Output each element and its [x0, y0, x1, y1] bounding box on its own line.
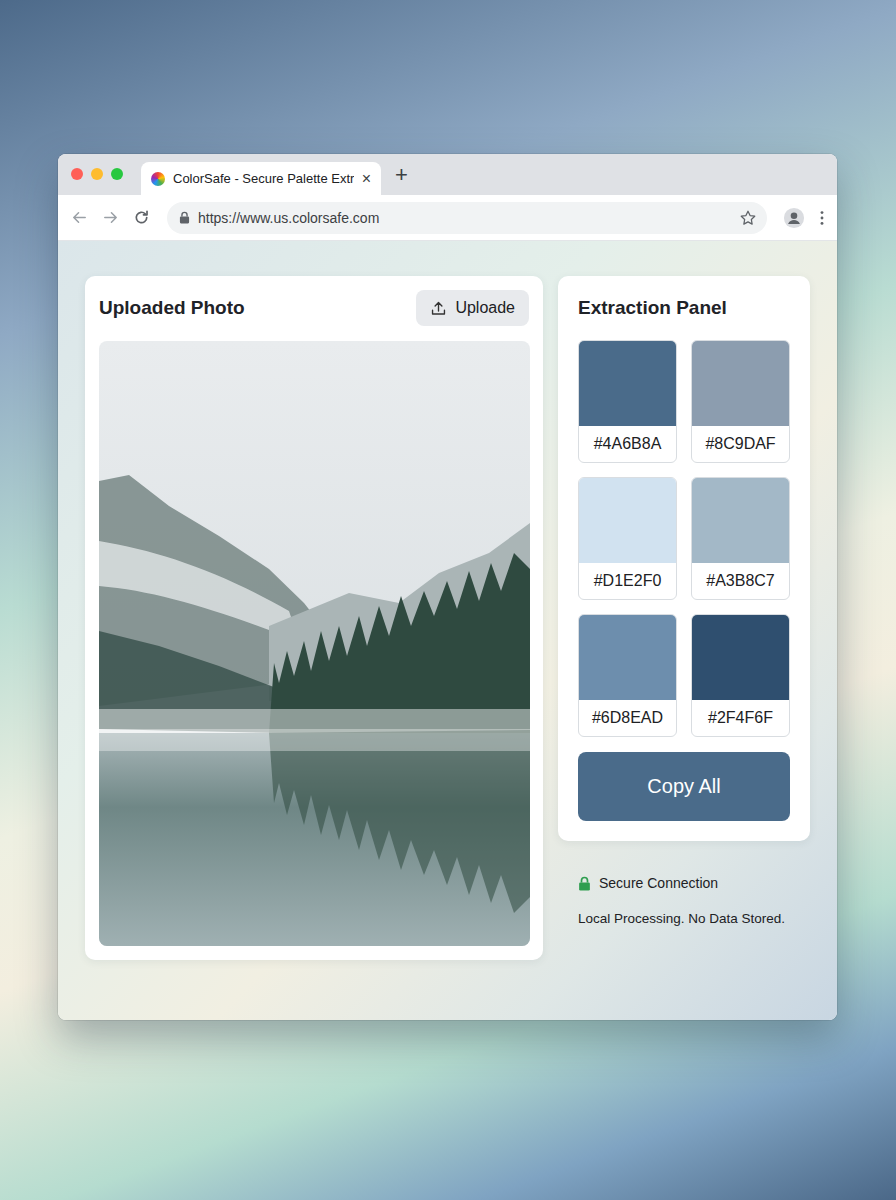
copy-all-button[interactable]: Copy All: [578, 752, 790, 821]
browser-window: ColorSafe - Secure Palette Extr × + https:/…: [58, 154, 837, 1020]
bookmark-star-icon[interactable]: [739, 209, 757, 227]
window-controls: [71, 168, 123, 180]
page-content: Uploaded Photo Uploade Extraction Panel #4A…: [58, 241, 837, 1020]
secure-connection: Secure Connection: [578, 875, 810, 891]
swatch-color: [579, 341, 676, 426]
upload-button[interactable]: Uploade: [416, 290, 529, 326]
profile-icon[interactable]: [783, 207, 805, 229]
swatch-hex: #8C9DAF: [692, 426, 789, 462]
favicon-icon: [151, 172, 165, 186]
swatch-hex: #2F4F6F: [692, 700, 789, 736]
url-text: https://www.us.colorsafe.com: [198, 210, 731, 226]
color-swatch[interactable]: #6D8EAD: [578, 614, 677, 737]
swatch-hex: #D1E2F0: [579, 563, 676, 599]
photo-panel-title: Uploaded Photo: [99, 297, 245, 319]
address-bar[interactable]: https://www.us.colorsafe.com: [167, 202, 767, 234]
toolbar: https://www.us.colorsafe.com: [58, 195, 837, 241]
photo-panel: Uploaded Photo Uploade: [85, 276, 543, 960]
new-tab-button[interactable]: +: [395, 164, 408, 186]
swatch-color: [692, 341, 789, 426]
forward-arrow-icon[interactable]: [101, 208, 120, 227]
maximize-window-button[interactable]: [111, 168, 123, 180]
swatch-color: [692, 615, 789, 700]
tab-close-button[interactable]: ×: [362, 171, 371, 187]
swatch-hex: #A3B8C7: [692, 563, 789, 599]
swatch-color: [579, 478, 676, 563]
close-window-button[interactable]: [71, 168, 83, 180]
swatch-grid: #4A6B8A #8C9DAF #D1E2F0 #A3B8C7 #6D8EAD #2F4F…: [578, 340, 790, 737]
menu-dots-icon[interactable]: [819, 209, 825, 227]
lock-icon: [179, 211, 190, 224]
extraction-panel-title: Extraction Panel: [578, 295, 790, 321]
tab-title: ColorSafe - Secure Palette Extr: [173, 171, 354, 186]
swatch-color: [579, 615, 676, 700]
side-column: Extraction Panel #4A6B8A #8C9DAF #D1E2F0 #A3…: [558, 276, 810, 926]
swatch-hex: #4A6B8A: [579, 426, 676, 462]
upload-icon: [430, 300, 447, 317]
photo-panel-header: Uploaded Photo Uploade: [99, 290, 529, 326]
extraction-panel: Extraction Panel #4A6B8A #8C9DAF #D1E2F0 #A3…: [558, 276, 810, 841]
page: ColorSafe - Secure Palette Extr × + https:/…: [0, 0, 896, 1200]
color-swatch[interactable]: #A3B8C7: [691, 477, 790, 600]
green-lock-icon: [578, 876, 591, 891]
browser-tab[interactable]: ColorSafe - Secure Palette Extr ×: [141, 162, 381, 195]
tab-bar: ColorSafe - Secure Palette Extr × +: [58, 154, 837, 195]
upload-button-label: Uploade: [455, 299, 515, 317]
back-arrow-icon[interactable]: [70, 208, 89, 227]
swatch-hex: #6D8EAD: [579, 700, 676, 736]
secure-connection-text: Secure Connection: [599, 875, 718, 891]
color-swatch[interactable]: #8C9DAF: [691, 340, 790, 463]
color-swatch[interactable]: #2F4F6F: [691, 614, 790, 737]
privacy-note: Local Processing. No Data Stored.: [578, 911, 810, 926]
swatch-color: [692, 478, 789, 563]
color-swatch[interactable]: #4A6B8A: [578, 340, 677, 463]
reload-icon[interactable]: [132, 208, 151, 227]
uploaded-photo: [99, 341, 530, 946]
minimize-window-button[interactable]: [91, 168, 103, 180]
color-swatch[interactable]: #D1E2F0: [578, 477, 677, 600]
